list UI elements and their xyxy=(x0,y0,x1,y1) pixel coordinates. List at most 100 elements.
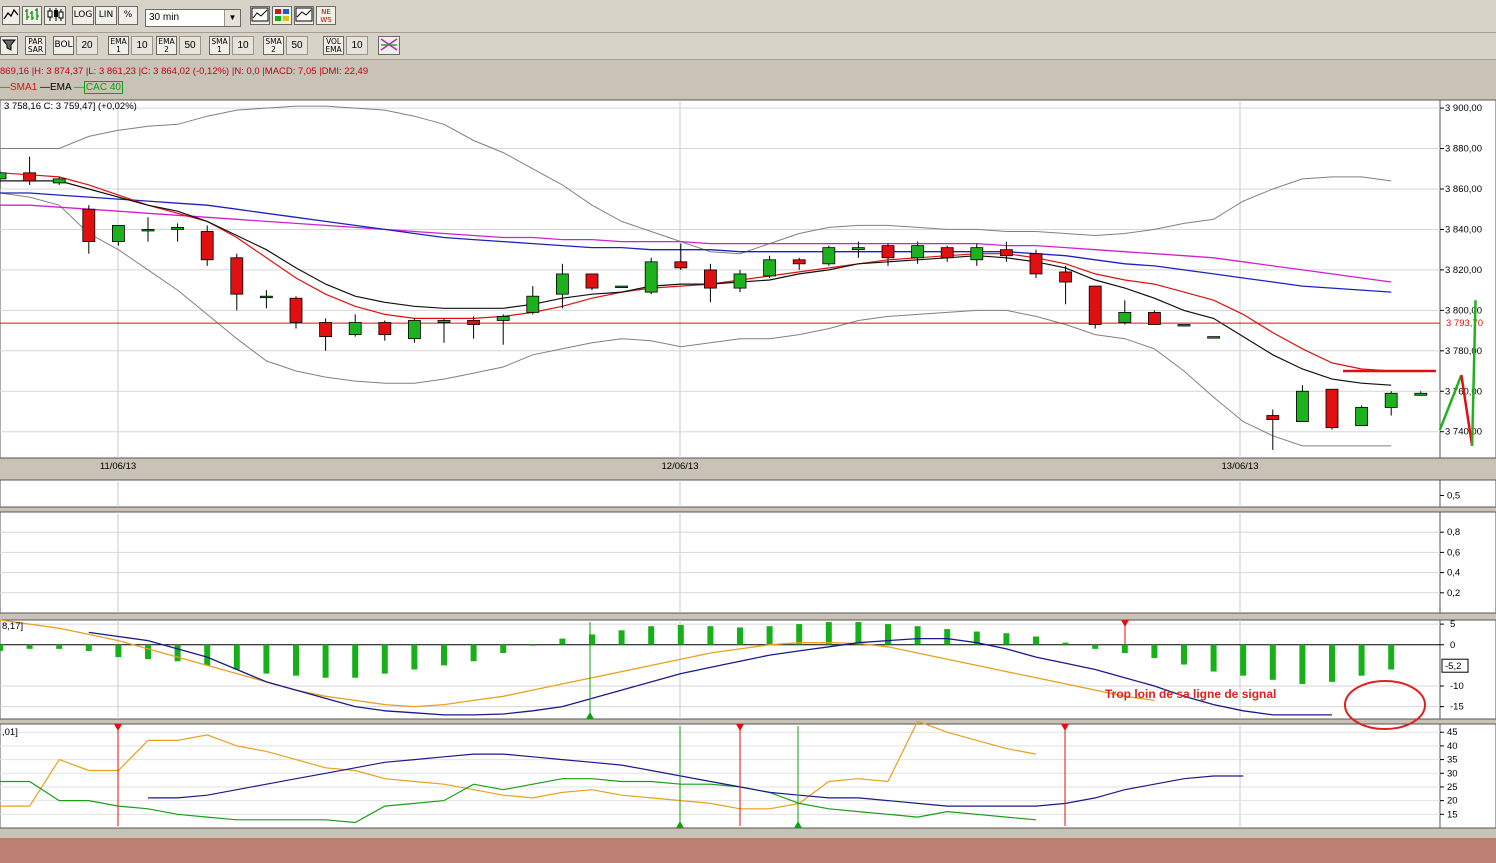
candle-body xyxy=(704,269,717,289)
macd-histogram-bar xyxy=(56,644,63,649)
status-bar xyxy=(0,838,1496,863)
macd-histogram-bar xyxy=(263,644,270,674)
compare-chart-icon[interactable] xyxy=(294,6,314,25)
vol-ema-button[interactable]: VOL EMA xyxy=(323,36,344,55)
candle-body xyxy=(1148,311,1161,325)
candle-body xyxy=(230,257,244,295)
candle-body xyxy=(940,247,954,259)
candle-body xyxy=(1355,407,1368,427)
news-button[interactable]: NE WS xyxy=(316,6,336,25)
ind-tick-label: 0,4 xyxy=(1447,568,1460,579)
macd-histogram-bar xyxy=(500,644,507,653)
ema1-period[interactable]: 10 xyxy=(131,36,153,55)
candle-body xyxy=(1325,388,1339,429)
candle-body xyxy=(437,320,451,323)
bol-button[interactable]: BOL xyxy=(53,36,74,55)
legend-cac: CAC 40 xyxy=(83,81,123,94)
candle-body xyxy=(763,259,776,277)
macd-histogram-bar xyxy=(944,629,951,645)
vol-tick-label: 0,5 xyxy=(1447,491,1460,502)
macd-histogram-bar xyxy=(352,644,359,678)
macd-histogram-bar xyxy=(1121,644,1128,653)
macd-tick-label: -15 xyxy=(1450,702,1464,713)
macd-histogram-bar xyxy=(0,644,3,651)
chart-legend: —SMA1 —EMA — CAC 40 xyxy=(0,81,123,96)
sma2-period[interactable]: 50 xyxy=(286,36,308,55)
date-label: 11/06/13 xyxy=(100,461,136,472)
candle-body xyxy=(259,295,273,299)
price-tick-label: 3 740,00 xyxy=(1445,427,1482,438)
macd-histogram-bar xyxy=(559,638,566,645)
ema2-button[interactable]: EMA 2 xyxy=(156,36,177,55)
candle-body xyxy=(911,245,924,259)
candle-body xyxy=(171,227,185,230)
macd-histogram-bar xyxy=(1329,644,1335,682)
top-toolbar: LOG LIN % 30 min ▼ NE WS xyxy=(0,0,1496,33)
candle-body xyxy=(852,247,865,251)
ema1-button[interactable]: EMA 1 xyxy=(108,36,129,55)
macd-histogram-bar xyxy=(204,644,211,666)
dmi-tick-label: 40 xyxy=(1447,741,1458,752)
macd-histogram-bar xyxy=(322,644,329,678)
macd-histogram-bar xyxy=(1210,644,1217,672)
macd-histogram-bar xyxy=(1003,633,1010,645)
macd-histogram-bar xyxy=(115,644,122,658)
candle-body xyxy=(615,285,628,288)
annotation-text: Trop loin de sa ligne de signal xyxy=(1105,687,1276,701)
sma2-button[interactable]: SMA 2 xyxy=(263,36,284,55)
candle-body xyxy=(319,322,333,338)
candle-body xyxy=(1059,271,1072,283)
macd-histogram-bar xyxy=(855,622,862,645)
percent-button[interactable]: % xyxy=(118,6,138,25)
ema2-period[interactable]: 50 xyxy=(179,36,201,55)
indicator-toolbar: PAR SAR BOL 20 EMA 1 10 EMA 2 50 SMA 1 10 SM… xyxy=(0,33,1496,60)
indicator-chart-icon[interactable] xyxy=(250,6,270,25)
candlestick-icon[interactable] xyxy=(44,6,66,25)
candle-body xyxy=(141,229,155,232)
macd-histogram-bar xyxy=(1358,644,1365,676)
panel-macd xyxy=(0,619,1441,720)
dmi-tick-label: 20 xyxy=(1447,796,1458,807)
candle-body xyxy=(467,320,481,325)
color-palette-icon[interactable] xyxy=(272,6,292,25)
macd-histogram-bar xyxy=(766,626,773,645)
funnel-icon[interactable] xyxy=(0,36,18,55)
legend-cac-swatch: — xyxy=(73,82,84,93)
chart-svg[interactable]: 11/06/13 12/06/13 13/06/130,50,20,40,60,8 … xyxy=(0,97,1496,838)
legend-sma1-swatch: — xyxy=(0,82,10,93)
price-tick-label: 3 860,00 xyxy=(1445,184,1482,195)
macd-histogram-bar xyxy=(885,624,891,645)
log-button[interactable]: LOG xyxy=(72,6,94,25)
candle-body xyxy=(82,208,96,242)
price-tick-label: 3 780,00 xyxy=(1445,346,1482,357)
par-sar-button[interactable]: PAR SAR xyxy=(25,36,46,55)
candle-body xyxy=(23,172,37,182)
candle-body xyxy=(1266,415,1280,420)
timeframe-select[interactable]: 30 min ▼ xyxy=(145,9,241,27)
sma1-button[interactable]: SMA 1 xyxy=(209,36,230,55)
panel-ind xyxy=(0,511,1441,614)
ind-tick-label: 0,6 xyxy=(1447,547,1460,558)
crossover-icon[interactable] xyxy=(378,36,400,55)
candle-body xyxy=(1384,392,1398,408)
chart-area[interactable]: 11/06/13 12/06/13 13/06/13 0,5 0,2 0,4 0,6 0,8 … xyxy=(0,97,1496,843)
chevron-down-icon[interactable]: ▼ xyxy=(224,10,240,26)
line-chart-icon[interactable] xyxy=(2,6,20,25)
candle-body xyxy=(348,322,362,336)
dmi-header: ,01] xyxy=(2,727,18,738)
legend-ema: EMA xyxy=(50,82,72,93)
date-label: 12/06/13 xyxy=(662,461,699,472)
macd-histogram-bar xyxy=(174,644,181,662)
sma1-period[interactable]: 10 xyxy=(232,36,254,55)
macd-histogram-bar xyxy=(648,626,655,645)
lin-button[interactable]: LIN xyxy=(95,6,117,25)
macd-histogram-bar xyxy=(529,644,536,646)
candle-body xyxy=(112,225,125,242)
candle-body xyxy=(407,320,421,340)
bol-period[interactable]: 20 xyxy=(76,36,98,55)
candle-body xyxy=(556,273,569,295)
bar-chart-icon[interactable] xyxy=(22,6,42,25)
candle-body xyxy=(526,295,540,313)
panel-main xyxy=(0,99,1441,459)
vol-ema-period[interactable]: 10 xyxy=(346,36,368,55)
